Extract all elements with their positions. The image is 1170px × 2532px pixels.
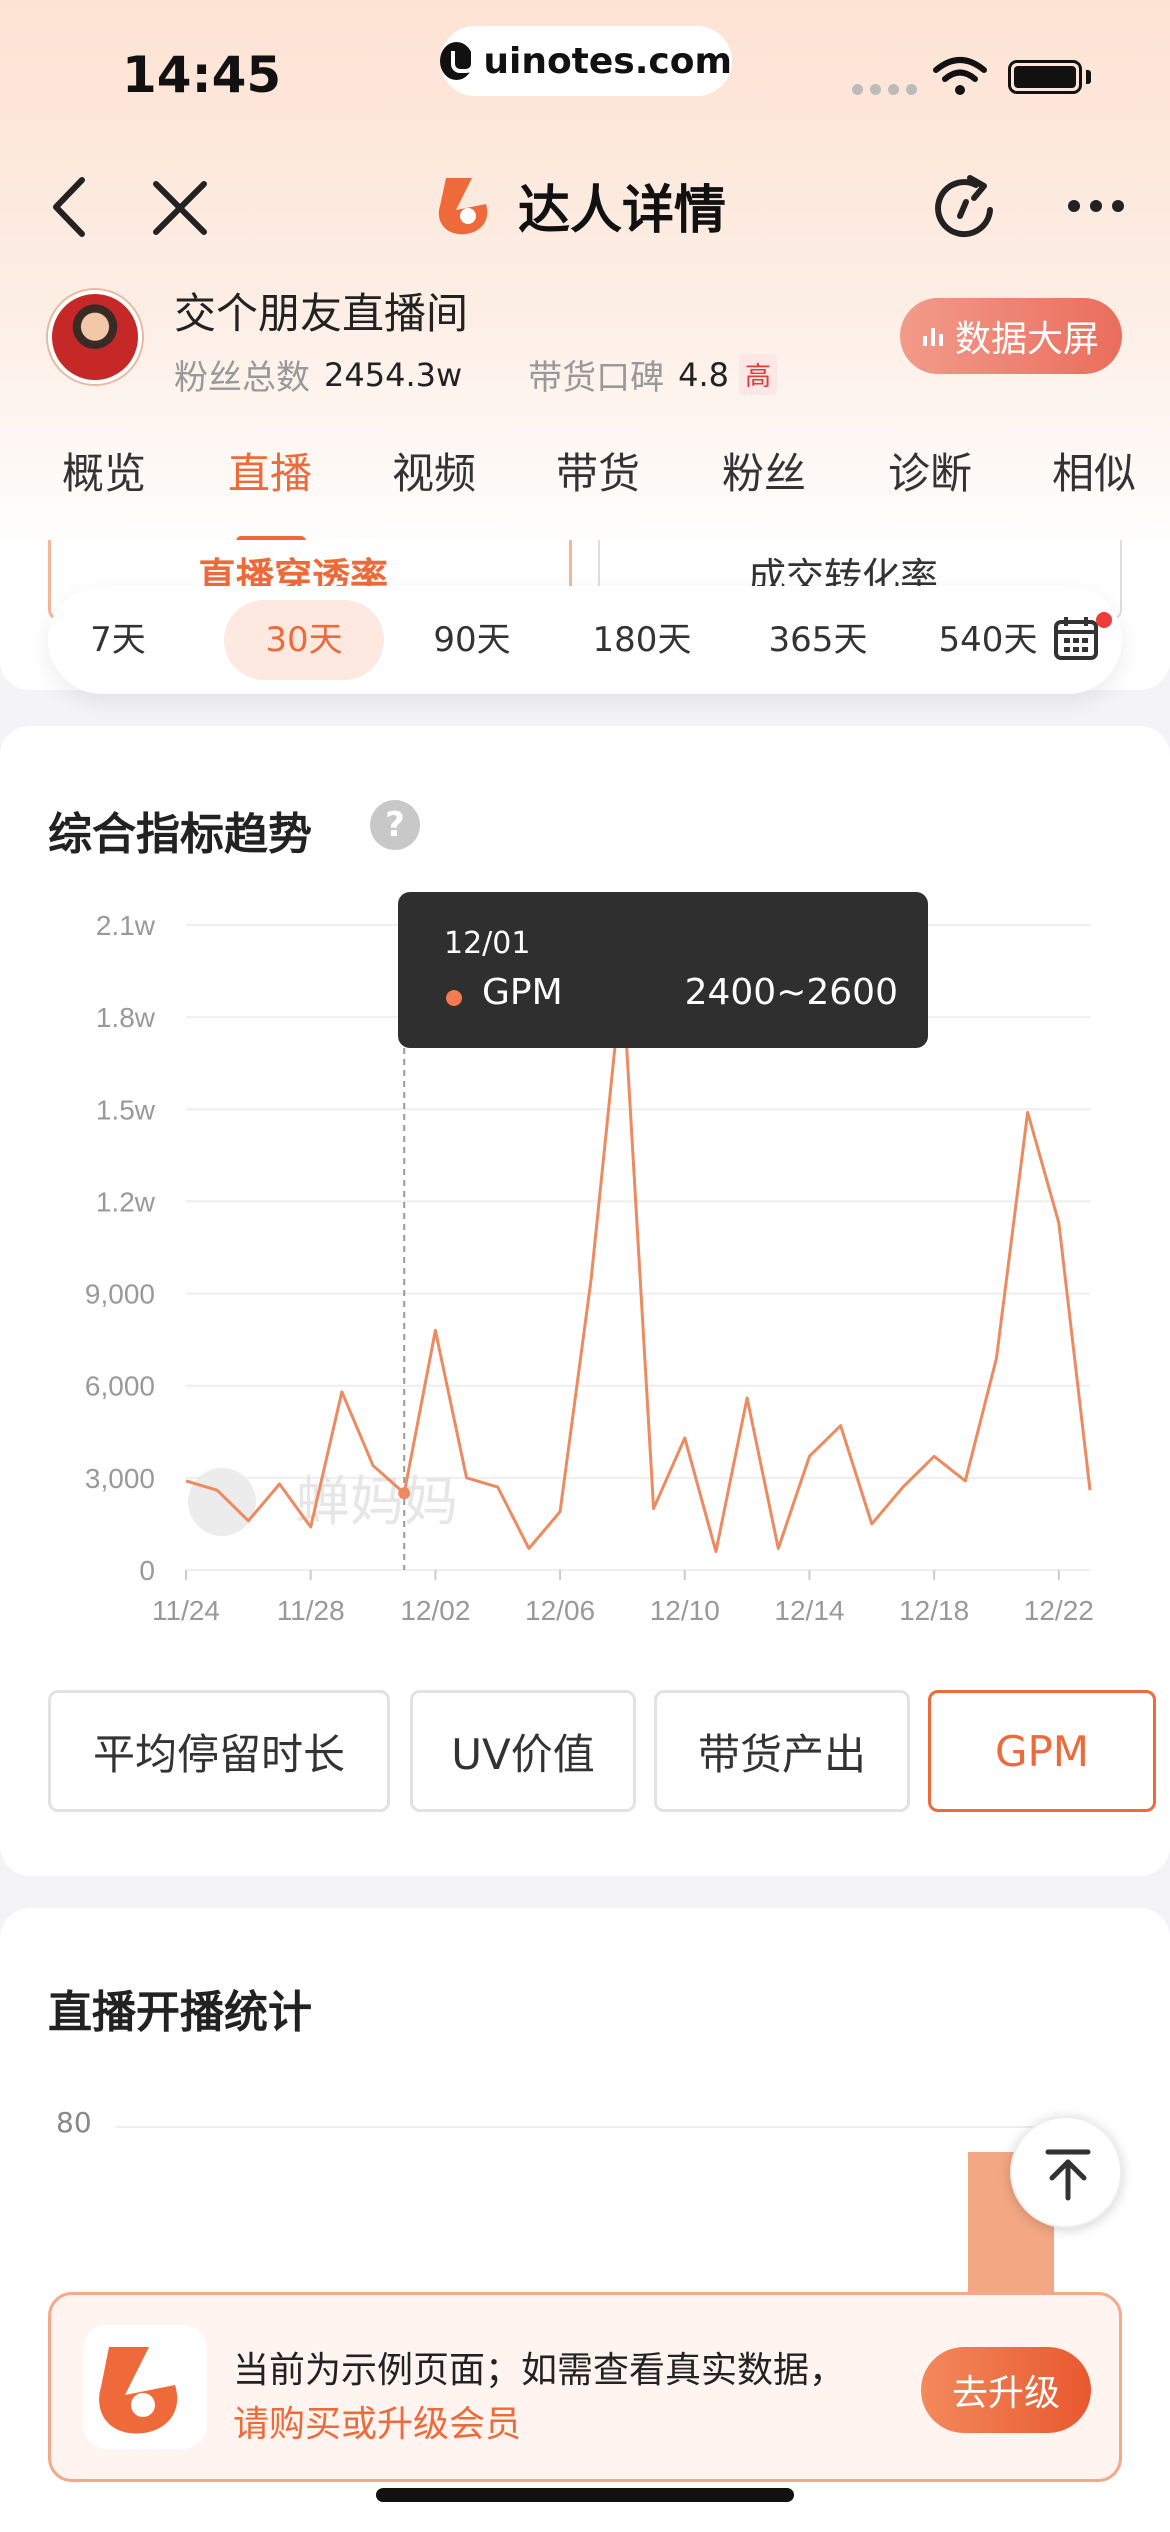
reputation-value: 4.8 <box>678 355 730 394</box>
date-range-90d[interactable]: 90天 <box>412 600 532 680</box>
y-tick-label: 1.2w <box>96 1186 156 1217</box>
metric-gpm-button[interactable]: GPM <box>928 1690 1156 1812</box>
tab-bar: 概览 直播 视频 带货 粉丝 诊断 相似 <box>0 420 1170 546</box>
fans-value: 2454.3w <box>324 355 463 394</box>
back-to-top-button[interactable] <box>1010 2116 1122 2228</box>
y-tick-label: 1.5w <box>96 1094 156 1125</box>
highlight-point <box>398 1487 411 1500</box>
reputation-label: 带货口碑 <box>528 358 665 398</box>
tab-similar[interactable]: 相似 <box>1052 440 1136 501</box>
more-icon[interactable] <box>1066 196 1126 216</box>
url-text: uinotes.com <box>483 40 732 82</box>
x-tick-label: 11/28 <box>277 1595 345 1626</box>
metric-uv-value-button[interactable]: UV价值 <box>410 1690 636 1812</box>
x-tick-label: 11/24 <box>152 1595 220 1626</box>
battery-icon <box>1008 60 1082 94</box>
signal-icon <box>852 84 917 95</box>
help-icon[interactable]: ? <box>370 800 420 850</box>
page-title: 达人详情 <box>518 181 727 241</box>
tooltip-value: 2400~2600 <box>684 972 898 1013</box>
gpm-series-line <box>185 972 1092 1554</box>
watermark-logo-icon <box>188 1468 256 1536</box>
live-grid-line <box>116 2126 1056 2128</box>
chart-tooltip: 12/01 GPM 2400~2600 <box>398 892 928 1048</box>
site-logo-icon <box>440 42 476 80</box>
tab-fans[interactable]: 粉丝 <box>722 440 806 501</box>
avatar[interactable] <box>48 290 142 384</box>
wifi-icon <box>933 57 987 95</box>
date-range-30d[interactable]: 30天 <box>224 600 384 680</box>
metric-goods-output-button[interactable]: 带货产出 <box>654 1690 910 1812</box>
tab-overview[interactable]: 概览 <box>62 440 146 501</box>
tab-live[interactable]: 直播 <box>228 440 312 501</box>
x-tick-label: 12/02 <box>400 1595 470 1626</box>
date-range-180d[interactable]: 180天 <box>572 600 712 680</box>
status-time: 14:45 <box>122 46 282 104</box>
date-range-540d[interactable]: 540天 <box>928 600 1048 680</box>
y-tick-label: 9,000 <box>85 1279 155 1310</box>
y-tick-label: 6,000 <box>85 1371 155 1402</box>
x-tick-label: 12/22 <box>1024 1595 1094 1626</box>
y-tick-label: 0 <box>139 1555 155 1586</box>
date-range-7d[interactable]: 7天 <box>68 600 168 680</box>
metric-avg-stay-button[interactable]: 平均停留时长 <box>48 1690 390 1812</box>
tooltip-date: 12/01 <box>444 926 531 961</box>
y-tick-label: 2.1w <box>96 910 156 941</box>
profile-name: 交个朋友直播间 <box>174 289 469 338</box>
reputation-badge: 高 <box>739 354 778 395</box>
tab-diagnosis[interactable]: 诊断 <box>888 440 972 501</box>
x-tick-label: 12/18 <box>899 1595 969 1626</box>
tooltip-series-name: GPM <box>482 972 563 1013</box>
banner-text-line2[interactable]: 请购买或升级会员 <box>233 2395 521 2447</box>
upgrade-button[interactable]: 去升级 <box>921 2347 1091 2433</box>
tab-goods[interactable]: 带货 <box>556 440 640 501</box>
data-big-screen-label: 数据大屏 <box>954 319 1099 360</box>
trend-section-title: 综合指标趋势 <box>48 809 312 860</box>
data-big-screen-button[interactable]: 数据大屏 <box>900 298 1122 374</box>
chanmama-logo-icon <box>438 177 488 234</box>
live-y-axis-label: 80 <box>56 2106 92 2139</box>
chanmama-logo-icon <box>99 2347 178 2434</box>
tooltip-series-dot <box>446 990 462 1006</box>
x-tick-label: 12/06 <box>525 1595 595 1626</box>
fans-label: 粉丝总数 <box>174 358 310 398</box>
y-tick-label: 1.8w <box>96 1002 156 1033</box>
bar-chart-icon <box>922 326 943 346</box>
notification-dot <box>1096 612 1112 628</box>
nav-title-group: 达人详情 <box>432 168 726 243</box>
back-icon[interactable] <box>48 176 92 238</box>
refresh-icon[interactable] <box>930 172 1002 244</box>
date-range-365d[interactable]: 365天 <box>748 600 888 680</box>
banner-text-line1: 当前为示例页面；如需查看真实数据， <box>233 2350 846 2391</box>
date-range-bar: 7天 30天 90天 180天 365天 540天 <box>48 586 1122 694</box>
calendar-icon[interactable] <box>1052 614 1100 662</box>
y-tick-label: 3,000 <box>85 1463 155 1494</box>
close-icon[interactable] <box>152 180 208 236</box>
banner-logo <box>83 2325 207 2449</box>
live-section-title: 直播开播统计 <box>48 1987 312 2038</box>
x-tick-label: 12/10 <box>650 1595 720 1626</box>
home-indicator <box>376 2488 794 2502</box>
profile-stats: 粉丝总数 2454.3w 带货口碑 4.8 高 <box>174 350 778 399</box>
upgrade-banner: 当前为示例页面；如需查看真实数据， 请购买或升级会员 去升级 <box>48 2292 1122 2482</box>
url-pill[interactable]: uinotes.com <box>440 26 732 96</box>
x-tick-label: 12/14 <box>774 1595 844 1626</box>
arrow-up-icon <box>1045 2149 1091 2201</box>
tab-video[interactable]: 视频 <box>392 440 476 501</box>
